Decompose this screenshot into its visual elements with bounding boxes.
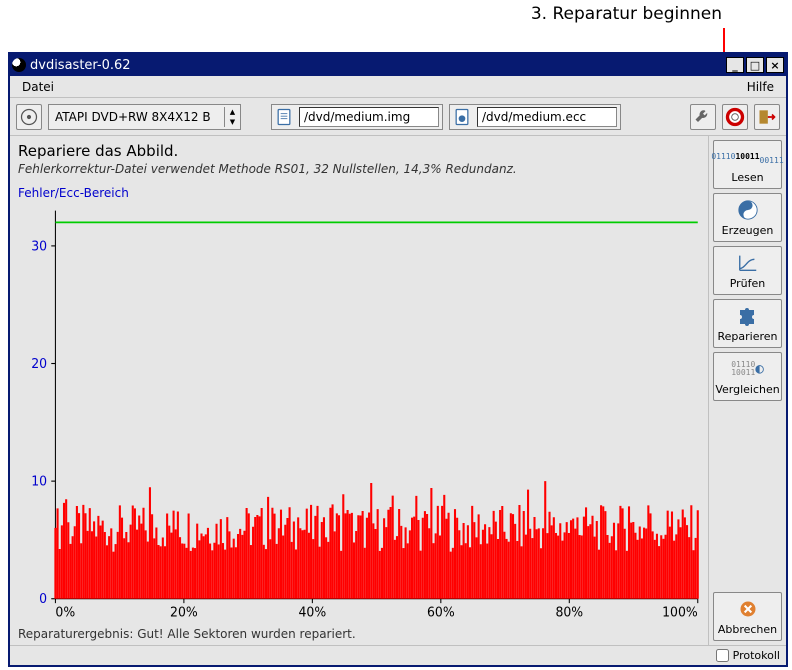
stepper-icon: ▲▼ [224, 107, 240, 127]
help-button[interactable] [722, 104, 748, 130]
svg-text:80%: 80% [555, 605, 583, 620]
exit-icon [757, 107, 777, 127]
verify-label: Prüfen [730, 277, 766, 290]
compare-label: Vergleichen [715, 383, 779, 396]
status-subtitle: Fehlerkorrektur-Datei verwendet Methode … [18, 162, 704, 176]
img-path-input[interactable] [299, 107, 439, 127]
cancel-icon [734, 597, 762, 621]
ecc-path-input[interactable] [477, 107, 617, 127]
drive-select[interactable]: ATAPI DVD+RW 8X4X12 B ▲▼ [48, 104, 241, 130]
chart-title: Fehler/Ecc-Bereich [18, 186, 704, 200]
compare-icon: 0111010011◐ [734, 357, 762, 381]
puzzle-icon [734, 304, 762, 328]
app-window: dvdisaster-0.62 _ □ × Datei Hilfe ATAPI … [8, 52, 788, 667]
cancel-label: Abbrechen [718, 623, 777, 636]
titlebar: dvdisaster-0.62 _ □ × [10, 54, 786, 76]
svg-text:20%: 20% [170, 605, 198, 620]
repair-result: Reparaturergebnis: Gut! Alle Sektoren wu… [18, 623, 704, 643]
content-area: Repariere das Abbild. Fehlerkorrektur-Da… [10, 136, 786, 645]
sidebar: 011101001100111 Lesen Erzeugen Prüfen R [708, 136, 786, 645]
chart: 0 10 20 30 0% 20% 40% 60% 80% 100% [18, 204, 704, 623]
curve-icon [734, 251, 762, 275]
disc-icon [19, 107, 39, 127]
annotation-text: 3. Reparatur beginnen [531, 4, 722, 24]
cancel-button[interactable]: Abbrechen [713, 592, 782, 641]
statusbar: Protokoll [10, 645, 786, 665]
img-file-icon[interactable] [272, 105, 296, 129]
svg-text:10: 10 [31, 474, 47, 489]
yinyang-icon [734, 198, 762, 222]
protokoll-label: Protokoll [733, 649, 780, 662]
svg-text:30: 30 [31, 239, 47, 254]
close-button[interactable]: × [766, 57, 784, 73]
read-label: Lesen [731, 171, 763, 184]
svg-text:100%: 100% [662, 605, 698, 620]
svg-text:0: 0 [39, 592, 47, 607]
img-file-group [271, 104, 443, 130]
toolbar: ATAPI DVD+RW 8X4X12 B ▲▼ [10, 98, 786, 136]
ecc-file-icon[interactable] [450, 105, 474, 129]
create-button[interactable]: Erzeugen [713, 193, 782, 242]
status-title: Repariere das Abbild. [18, 142, 704, 160]
ecc-file-group [449, 104, 621, 130]
svg-text:20: 20 [31, 357, 47, 372]
repair-button[interactable]: Reparieren [713, 299, 782, 348]
repair-label: Reparieren [717, 330, 777, 343]
menu-file[interactable]: Datei [16, 78, 60, 96]
minimize-button[interactable]: _ [726, 57, 744, 73]
compare-button[interactable]: 0111010011◐ Vergleichen [713, 352, 782, 401]
read-icon: 011101001100111 [734, 145, 762, 169]
main-panel: Repariere das Abbild. Fehlerkorrektur-Da… [10, 136, 708, 645]
read-button[interactable]: 011101001100111 Lesen [713, 140, 782, 189]
menubar: Datei Hilfe [10, 76, 786, 98]
protokoll-checkbox[interactable] [716, 649, 729, 662]
window-title: dvdisaster-0.62 [30, 58, 724, 73]
verify-button[interactable]: Prüfen [713, 246, 782, 295]
wrench-icon [693, 107, 713, 127]
create-label: Erzeugen [722, 224, 774, 237]
lifebuoy-icon [725, 107, 745, 127]
menu-help[interactable]: Hilfe [741, 78, 780, 96]
quit-button[interactable] [754, 104, 780, 130]
disc-icon-button[interactable] [16, 104, 42, 130]
svg-text:40%: 40% [299, 605, 327, 620]
svg-text:0%: 0% [55, 605, 75, 620]
maximize-button[interactable]: □ [746, 57, 764, 73]
drive-select-value: ATAPI DVD+RW 8X4X12 B [49, 110, 224, 124]
app-icon [12, 58, 26, 72]
settings-button[interactable] [690, 104, 716, 130]
svg-text:60%: 60% [427, 605, 455, 620]
